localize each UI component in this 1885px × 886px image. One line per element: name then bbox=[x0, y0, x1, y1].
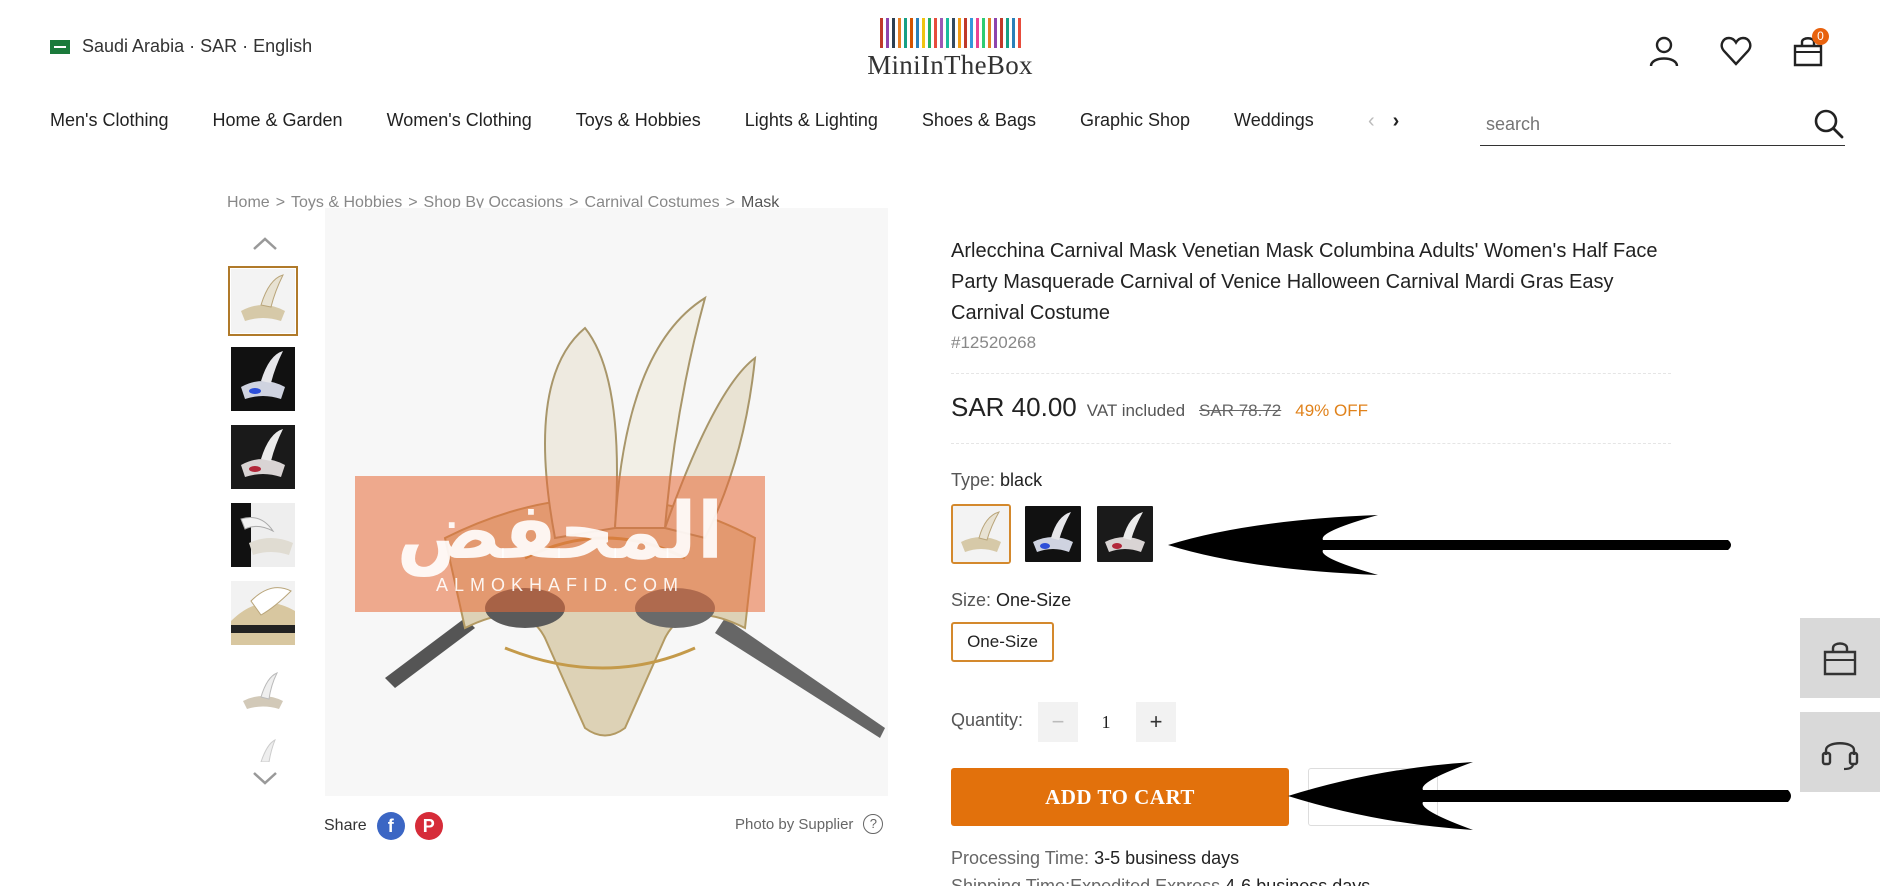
search-icon[interactable] bbox=[1813, 108, 1845, 145]
cart-count-badge: 0 bbox=[1812, 28, 1829, 45]
annotation-arrow-add-to-cart bbox=[1288, 762, 1791, 830]
nav-shoes-bags[interactable]: Shoes & Bags bbox=[922, 110, 1036, 131]
photo-by-supplier: Photo by Supplier ? bbox=[735, 814, 884, 834]
wishlist-heart-icon[interactable] bbox=[1719, 34, 1753, 68]
cart-icon[interactable]: 0 bbox=[1791, 28, 1829, 68]
product-sku: #12520268 bbox=[951, 333, 1037, 352]
thumbnail-5[interactable] bbox=[228, 578, 298, 648]
processing-time: Processing Time: 3-5 business days bbox=[951, 848, 1240, 868]
quantity-decrease-button[interactable]: − bbox=[1038, 702, 1078, 742]
search-input[interactable] bbox=[1480, 106, 1780, 142]
annotation-arrow-swatches bbox=[1168, 515, 1731, 575]
help-question-icon[interactable]: ? bbox=[863, 814, 884, 834]
thumbnail-3[interactable] bbox=[228, 422, 298, 492]
price-row: SAR 40.00 VAT included SAR 78.72 49% OFF bbox=[951, 392, 1368, 423]
site-logo[interactable]: MiniInTheBox bbox=[862, 18, 1038, 81]
thumbnail-6[interactable] bbox=[228, 656, 298, 726]
size-option-one-size[interactable]: One-Size bbox=[951, 622, 1054, 662]
nav-home-garden[interactable]: Home & Garden bbox=[213, 110, 343, 131]
floating-cart-button[interactable] bbox=[1800, 618, 1880, 698]
nav-prev-chevron-icon[interactable]: ‹ bbox=[1368, 110, 1375, 133]
nav-mens-clothing[interactable]: Men's Clothing bbox=[50, 110, 169, 131]
thumbnail-2[interactable] bbox=[228, 344, 298, 414]
region-label: Saudi Arabia · SAR · English bbox=[82, 36, 313, 56]
nav-womens-clothing[interactable]: Women's Clothing bbox=[387, 110, 532, 131]
watermark-overlay: المحفض ALMOKHAFID.COM bbox=[355, 476, 765, 612]
share-section: Share f P bbox=[324, 812, 443, 840]
pinterest-icon[interactable]: P bbox=[414, 812, 443, 840]
type-swatch-3[interactable] bbox=[1095, 504, 1155, 564]
quantity-increase-button[interactable]: + bbox=[1136, 702, 1176, 742]
facebook-icon[interactable]: f bbox=[376, 812, 405, 840]
region-selector[interactable]: Saudi Arabia · SAR · English bbox=[50, 36, 312, 57]
supplier-label: Photo by Supplier bbox=[735, 815, 854, 833]
thumbnail-1[interactable] bbox=[228, 266, 298, 336]
type-selector-label: Type: black bbox=[951, 470, 1043, 490]
vat-note: VAT included bbox=[1086, 401, 1186, 420]
logo-text: MiniInTheBox bbox=[867, 50, 1033, 80]
account-icon[interactable] bbox=[1647, 34, 1681, 68]
add-to-cart-button[interactable]: ADD TO CART bbox=[951, 768, 1289, 826]
quantity-value[interactable]: 1 bbox=[1086, 702, 1126, 742]
type-value: black bbox=[1000, 470, 1043, 490]
quantity-label: Quantity: bbox=[951, 710, 1024, 730]
discount-badge: 49% OFF bbox=[1295, 401, 1369, 420]
thumbnail-strip bbox=[228, 230, 302, 792]
main-product-image[interactable]: المحفض ALMOKHAFID.COM bbox=[325, 208, 888, 796]
divider bbox=[951, 373, 1671, 374]
breadcrumb-home[interactable]: Home bbox=[227, 194, 270, 212]
nav-toys-hobbies[interactable]: Toys & Hobbies bbox=[576, 110, 701, 131]
nav-weddings[interactable]: Weddings bbox=[1234, 110, 1314, 131]
category-nav: Men's Clothing Home & Garden Women's Clo… bbox=[50, 110, 1314, 131]
processing-value: 3-5 business days bbox=[1094, 848, 1240, 868]
divider bbox=[951, 443, 1671, 444]
size-selector-label: Size: One-Size bbox=[951, 590, 1072, 610]
type-swatches bbox=[951, 504, 1155, 564]
thumbs-down-chevron-icon[interactable] bbox=[228, 764, 302, 792]
shopping-bag-icon bbox=[1823, 642, 1857, 676]
shipping-value: 4-6 business days bbox=[1225, 876, 1371, 886]
size-value: One-Size bbox=[996, 590, 1072, 610]
type-swatch-1[interactable] bbox=[951, 504, 1011, 564]
search-bar bbox=[1480, 106, 1845, 146]
product-title: Arlecchina Carnival Mask Venetian Mask C… bbox=[951, 240, 1658, 324]
thumbs-up-chevron-icon[interactable] bbox=[228, 230, 302, 258]
nav-graphic-shop[interactable]: Graphic Shop bbox=[1080, 110, 1190, 131]
type-swatch-2[interactable] bbox=[1023, 504, 1083, 564]
current-price: SAR 40.00 bbox=[951, 392, 1077, 422]
shipping-time: Shipping Time:Expedited Express 4-6 busi… bbox=[951, 876, 1370, 886]
nav-next-chevron-icon[interactable]: › bbox=[1393, 110, 1400, 133]
thumbnail-4[interactable] bbox=[228, 500, 298, 570]
headset-icon bbox=[1821, 742, 1859, 771]
thumbnail-7[interactable] bbox=[228, 734, 298, 764]
saudi-flag-icon bbox=[50, 39, 70, 54]
share-label: Share bbox=[324, 817, 367, 834]
watermark-domain: ALMOKHAFID.COM bbox=[435, 574, 684, 595]
nav-lights-lighting[interactable]: Lights & Lighting bbox=[745, 110, 878, 131]
watermark-arabic-text: المحفض bbox=[396, 486, 724, 577]
logo-stripes bbox=[862, 18, 1038, 48]
original-price: SAR 78.72 bbox=[1199, 401, 1282, 420]
floating-support-button[interactable] bbox=[1800, 712, 1880, 792]
